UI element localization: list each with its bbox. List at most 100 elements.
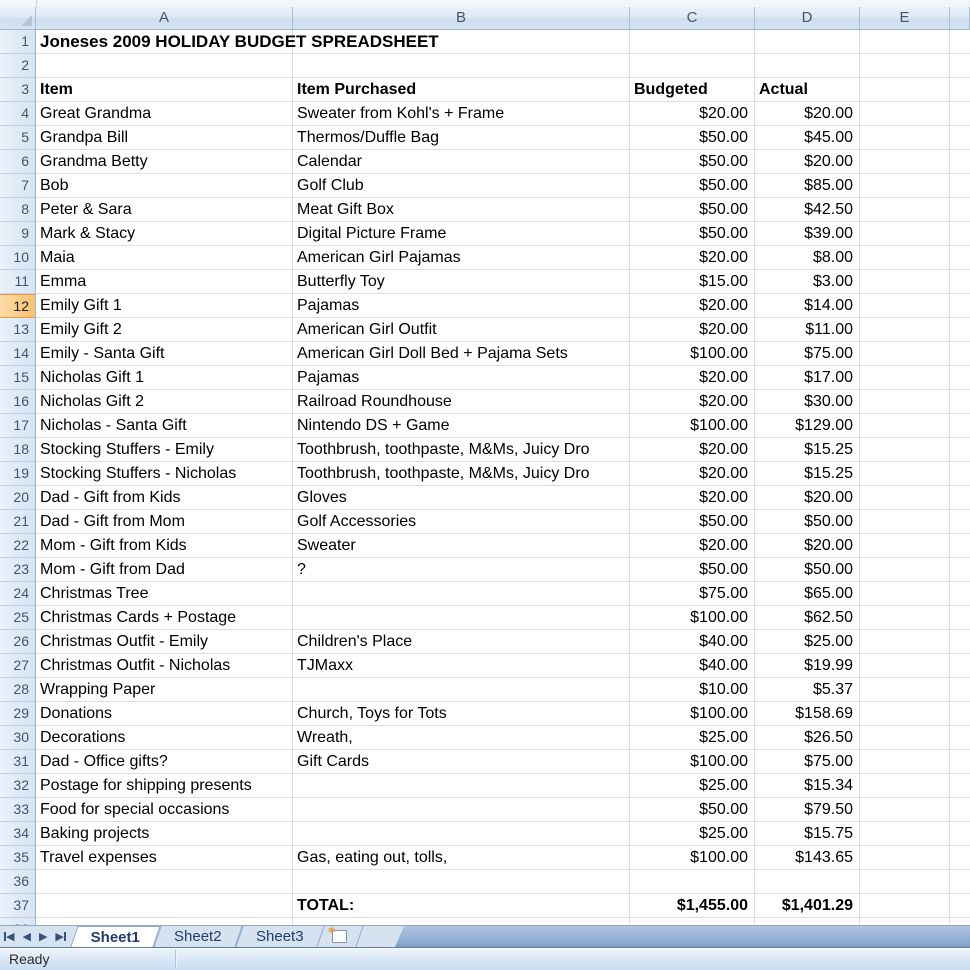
cell-C17[interactable]: $100.00	[630, 414, 755, 438]
cell-C30[interactable]: $25.00	[630, 726, 755, 750]
cell-E14[interactable]	[860, 342, 950, 366]
cell-D28[interactable]: $5.37	[755, 678, 860, 702]
row-header-4[interactable]: 4	[0, 102, 36, 126]
row-header-26[interactable]: 26	[0, 630, 36, 654]
cell-D22[interactable]: $20.00	[755, 534, 860, 558]
cell-B3[interactable]: Item Purchased	[293, 78, 630, 102]
row-header-14[interactable]: 14	[0, 342, 36, 366]
cell-A35[interactable]: Travel expenses	[36, 846, 293, 870]
cell-C12[interactable]: $20.00	[630, 294, 755, 318]
cell-B7[interactable]: Golf Club	[293, 174, 630, 198]
cell-F15[interactable]	[950, 366, 970, 390]
cell-F6[interactable]	[950, 150, 970, 174]
cell-B34[interactable]	[293, 822, 630, 846]
row-header-38[interactable]: 38	[0, 918, 36, 925]
cell-F38[interactable]	[950, 918, 970, 925]
cell-A29[interactable]: Donations	[36, 702, 293, 726]
cell-C14[interactable]: $100.00	[630, 342, 755, 366]
previous-sheet-button[interactable]: ◀	[22, 930, 30, 943]
row-header-24[interactable]: 24	[0, 582, 36, 606]
cell-E23[interactable]	[860, 558, 950, 582]
cell-A30[interactable]: Decorations	[36, 726, 293, 750]
row-header-28[interactable]: 28	[0, 678, 36, 702]
cell-D27[interactable]: $19.99	[755, 654, 860, 678]
cell-E19[interactable]	[860, 462, 950, 486]
cell-B11[interactable]: Butterfly Toy	[293, 270, 630, 294]
row-header-34[interactable]: 34	[0, 822, 36, 846]
last-sheet-button[interactable]: ▶	[55, 930, 65, 943]
cell-F8[interactable]	[950, 198, 970, 222]
cell-A24[interactable]: Christmas Tree	[36, 582, 293, 606]
cell-C15[interactable]: $20.00	[630, 366, 755, 390]
row-header-1[interactable]: 1	[0, 30, 36, 54]
cell-F12[interactable]	[950, 294, 970, 318]
cell-A18[interactable]: Stocking Stuffers - Emily	[36, 438, 293, 462]
cell-A21[interactable]: Dad - Gift from Mom	[36, 510, 293, 534]
cell-F20[interactable]	[950, 486, 970, 510]
cell-B10[interactable]: American Girl Pajamas	[293, 246, 630, 270]
cell-D19[interactable]: $15.25	[755, 462, 860, 486]
cell-F7[interactable]	[950, 174, 970, 198]
cell-F33[interactable]	[950, 798, 970, 822]
cell-D33[interactable]: $79.50	[755, 798, 860, 822]
cell-E25[interactable]	[860, 606, 950, 630]
row-header-2[interactable]: 2	[0, 54, 36, 78]
cell-C21[interactable]: $50.00	[630, 510, 755, 534]
cell-F26[interactable]	[950, 630, 970, 654]
cell-E12[interactable]	[860, 294, 950, 318]
cell-E34[interactable]	[860, 822, 950, 846]
cell-B29[interactable]: Church, Toys for Tots	[293, 702, 630, 726]
cell-D11[interactable]: $3.00	[755, 270, 860, 294]
cell-F23[interactable]	[950, 558, 970, 582]
row-header-19[interactable]: 19	[0, 462, 36, 486]
cell-A10[interactable]: Maia	[36, 246, 293, 270]
row-header-12[interactable]: 12	[0, 294, 36, 318]
cell-B36[interactable]	[293, 870, 630, 894]
cell-D6[interactable]: $20.00	[755, 150, 860, 174]
cell-B14[interactable]: American Girl Doll Bed + Pajama Sets	[293, 342, 630, 366]
row-header-6[interactable]: 6	[0, 150, 36, 174]
cell-F29[interactable]	[950, 702, 970, 726]
cell-E2[interactable]	[860, 54, 950, 78]
select-all-button[interactable]	[0, 7, 36, 30]
cell-E27[interactable]	[860, 654, 950, 678]
cell-D15[interactable]: $17.00	[755, 366, 860, 390]
cell-D35[interactable]: $143.65	[755, 846, 860, 870]
cell-E13[interactable]	[860, 318, 950, 342]
cell-B5[interactable]: Thermos/Duffle Bag	[293, 126, 630, 150]
cell-C25[interactable]: $100.00	[630, 606, 755, 630]
cell-A3[interactable]: Item	[36, 78, 293, 102]
cell-C4[interactable]: $20.00	[630, 102, 755, 126]
cell-C27[interactable]: $40.00	[630, 654, 755, 678]
column-header-e[interactable]: E	[860, 7, 950, 30]
cell-F32[interactable]	[950, 774, 970, 798]
row-header-17[interactable]: 17	[0, 414, 36, 438]
cell-A26[interactable]: Christmas Outfit - Emily	[36, 630, 293, 654]
row-header-37[interactable]: 37	[0, 894, 36, 918]
cell-B19[interactable]: Toothbrush, toothpaste, M&Ms, Juicy Dro	[293, 462, 630, 486]
cell-C34[interactable]: $25.00	[630, 822, 755, 846]
cell-D30[interactable]: $26.50	[755, 726, 860, 750]
column-header-c[interactable]: C	[630, 7, 755, 30]
cell-C22[interactable]: $20.00	[630, 534, 755, 558]
cell-C9[interactable]: $50.00	[630, 222, 755, 246]
cell-E15[interactable]	[860, 366, 950, 390]
cell-E29[interactable]	[860, 702, 950, 726]
cell-A16[interactable]: Nicholas Gift 2	[36, 390, 293, 414]
cell-E6[interactable]	[860, 150, 950, 174]
cell-C23[interactable]: $50.00	[630, 558, 755, 582]
cell-E28[interactable]	[860, 678, 950, 702]
cell-E32[interactable]	[860, 774, 950, 798]
cell-F25[interactable]	[950, 606, 970, 630]
cell-B13[interactable]: American Girl Outfit	[293, 318, 630, 342]
cell-A11[interactable]: Emma	[36, 270, 293, 294]
cell-A6[interactable]: Grandma Betty	[36, 150, 293, 174]
cell-D18[interactable]: $15.25	[755, 438, 860, 462]
cell-B31[interactable]: Gift Cards	[293, 750, 630, 774]
cell-A27[interactable]: Christmas Outfit - Nicholas	[36, 654, 293, 678]
cell-B6[interactable]: Calendar	[293, 150, 630, 174]
cell-D23[interactable]: $50.00	[755, 558, 860, 582]
cell-C6[interactable]: $50.00	[630, 150, 755, 174]
cell-E20[interactable]	[860, 486, 950, 510]
cell-C5[interactable]: $50.00	[630, 126, 755, 150]
